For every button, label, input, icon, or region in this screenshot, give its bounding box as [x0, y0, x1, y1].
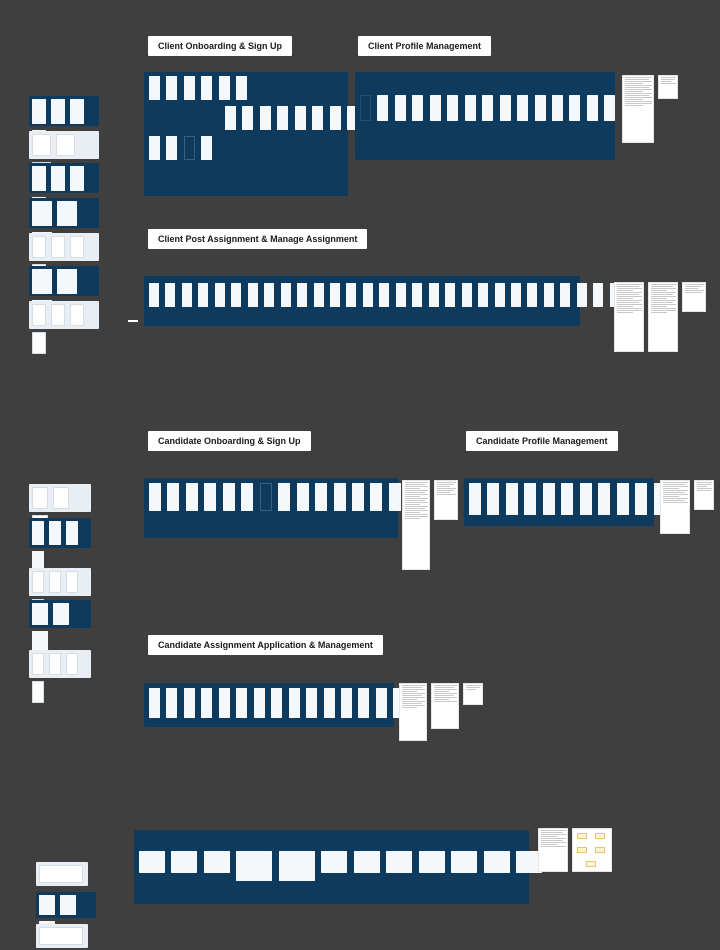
flow-board-candidate-assignment[interactable]	[144, 683, 394, 727]
nav-thumb-1[interactable]	[29, 96, 99, 126]
nav-thumb-2[interactable]	[29, 131, 99, 159]
flow-board-client-onboarding[interactable]	[144, 72, 348, 196]
nav-thumb-6[interactable]	[29, 266, 99, 296]
nav-thumb-3[interactable]	[29, 163, 99, 193]
section-label-candidate-assignment: Candidate Assignment Application & Manag…	[148, 635, 383, 655]
annotation-mark	[128, 320, 138, 322]
nav-thumb-15[interactable]	[36, 924, 88, 948]
spec-doc[interactable]	[622, 75, 654, 143]
nav-thumb-7[interactable]	[29, 301, 99, 329]
spec-doc[interactable]	[399, 683, 427, 741]
flow-board-candidate-onboarding[interactable]	[144, 478, 398, 538]
flow-board-client-profile[interactable]	[355, 72, 615, 160]
section-label-candidate-profile: Candidate Profile Management	[466, 431, 618, 451]
flow-board-client-post[interactable]	[144, 276, 580, 326]
nav-thumb-5[interactable]	[29, 233, 99, 261]
nav-thumb-4[interactable]	[29, 198, 99, 228]
section-label-client-profile: Client Profile Management	[358, 36, 491, 56]
spec-doc[interactable]	[660, 480, 690, 534]
spec-doc[interactable]	[434, 480, 458, 520]
nav-thumb-10[interactable]	[29, 568, 91, 596]
spec-doc[interactable]	[658, 75, 678, 99]
spec-doc[interactable]	[402, 480, 430, 570]
spec-doc[interactable]	[648, 282, 678, 352]
flow-diagram[interactable]	[572, 828, 612, 872]
nav-thumb-11[interactable]	[29, 600, 91, 628]
nav-thumb-8[interactable]	[29, 484, 91, 512]
spec-doc[interactable]	[694, 480, 714, 510]
spec-doc[interactable]	[538, 828, 568, 872]
spec-doc[interactable]	[431, 683, 459, 729]
section-label-candidate-onboarding: Candidate Onboarding & Sign Up	[148, 431, 311, 451]
flow-board-dashboard[interactable]	[134, 830, 529, 904]
nav-thumb-13[interactable]	[36, 862, 88, 886]
nav-thumb-12[interactable]	[29, 650, 91, 678]
spec-doc[interactable]	[682, 282, 706, 312]
spec-doc[interactable]	[614, 282, 644, 352]
flow-board-candidate-profile[interactable]	[464, 478, 654, 526]
nav-thumb-14[interactable]	[36, 892, 96, 918]
nav-thumb-9[interactable]	[29, 518, 91, 548]
section-label-client-onboarding: Client Onboarding & Sign Up	[148, 36, 292, 56]
spec-doc[interactable]	[463, 683, 483, 705]
section-label-client-post-assignment: Client Post Assignment & Manage Assignme…	[148, 229, 367, 249]
